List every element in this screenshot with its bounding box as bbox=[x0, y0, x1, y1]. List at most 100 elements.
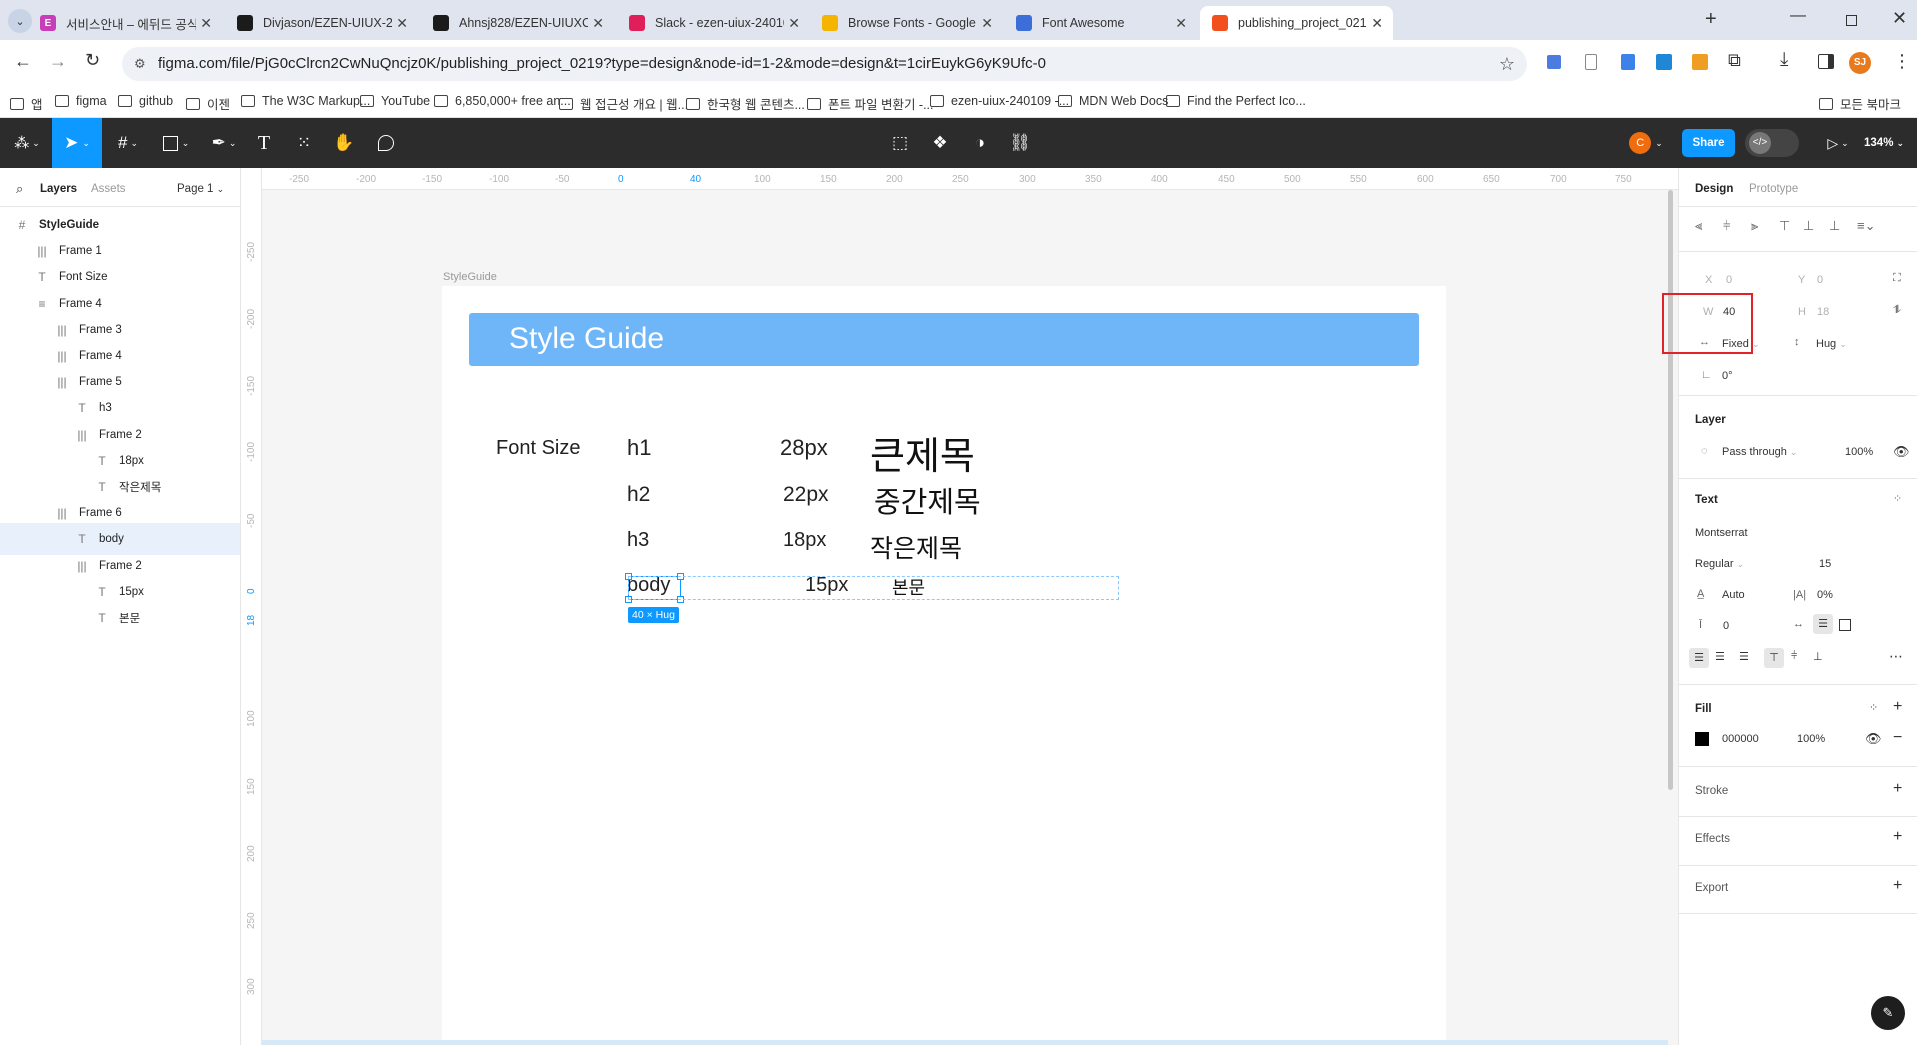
site-info-icon[interactable]: ⚙ bbox=[134, 47, 146, 81]
text-styles-icon[interactable]: ⁘ bbox=[1893, 492, 1902, 505]
bookmark-item[interactable]: 웹 접근성 개요 | 웹... bbox=[559, 94, 688, 113]
minimize-button[interactable]: — bbox=[1790, 7, 1806, 25]
fill-swatch[interactable] bbox=[1695, 732, 1709, 746]
style-guide-banner[interactable]: Style Guide bbox=[469, 313, 1419, 366]
share-button[interactable]: Share bbox=[1682, 129, 1735, 157]
absolute-position-icon[interactable]: ⛶ bbox=[1893, 272, 1901, 285]
user-avatar[interactable]: C ⌄ bbox=[1628, 118, 1664, 168]
y-field[interactable]: 0 bbox=[1817, 274, 1823, 286]
add-stroke-icon[interactable]: + bbox=[1893, 780, 1902, 798]
tab-prototype[interactable]: Prototype bbox=[1749, 183, 1798, 195]
zoom-dropdown[interactable]: 134% ⌄ bbox=[1858, 118, 1910, 168]
text-align-right-icon[interactable]: ☰ bbox=[1739, 650, 1749, 663]
font-size-field[interactable]: 15 bbox=[1819, 558, 1831, 570]
blend-mode-dropdown[interactable]: Pass through ⌄ bbox=[1722, 446, 1797, 458]
tab-close-icon[interactable]: ✕ bbox=[396, 15, 408, 32]
bookmark-item[interactable]: 앱 bbox=[10, 94, 43, 113]
bookmark-item[interactable]: figma bbox=[55, 94, 107, 108]
align-hcenter-icon[interactable]: ⫩ bbox=[1723, 218, 1730, 234]
browser-tab[interactable]: E 서비스안내 – 에뒤드 공식 웹사 ✕ bbox=[28, 6, 222, 40]
styleguide-frame[interactable]: Style Guide Font Size h1 28px 큰제목 h2 22px 중간제… bbox=[442, 286, 1446, 1045]
browser-tab[interactable]: publishing_project_0219 – Fig ✕ bbox=[1200, 6, 1393, 40]
type-size[interactable]: 15px bbox=[805, 574, 848, 597]
auto-height-icon[interactable]: ☰ bbox=[1813, 614, 1833, 634]
rotation-field[interactable]: 0° bbox=[1722, 370, 1733, 382]
back-icon[interactable]: ← bbox=[14, 51, 32, 72]
download-icon[interactable]: ⤓ bbox=[1780, 49, 1788, 71]
height-mode-dropdown[interactable]: Hug ⌄ bbox=[1816, 338, 1847, 350]
browser-tab[interactable]: Ahnsj828/EZEN-UIUXCLASS ✕ bbox=[421, 6, 614, 40]
type-name[interactable]: h1 bbox=[627, 435, 651, 461]
tab-layers[interactable]: Layers bbox=[40, 183, 77, 195]
new-tab-button[interactable]: + bbox=[1705, 8, 1717, 31]
selection-handle[interactable] bbox=[625, 573, 632, 580]
fill-opacity-field[interactable]: 100% bbox=[1797, 733, 1825, 745]
extension-icon-1[interactable] bbox=[1547, 55, 1561, 69]
frame-selection-button[interactable]: ⬚ bbox=[888, 118, 912, 168]
bookmark-item[interactable]: YouTube bbox=[360, 94, 430, 108]
fill-hex-field[interactable]: 000000 bbox=[1722, 733, 1759, 745]
tab-close-icon[interactable]: ✕ bbox=[981, 15, 993, 32]
align-left-icon[interactable]: ⫷ bbox=[1695, 218, 1702, 234]
align-right-icon[interactable]: ⫸ bbox=[1751, 218, 1758, 234]
add-effect-icon[interactable]: + bbox=[1893, 828, 1902, 846]
paragraph-spacing-field[interactable]: 0 bbox=[1723, 620, 1729, 632]
auto-width-icon[interactable]: ↔ bbox=[1793, 618, 1804, 630]
bookmark-item[interactable]: ezen-uiux-240109 -... bbox=[930, 94, 1069, 108]
browser-tab[interactable]: Slack - ezen-uiux-240109 - W ✕ bbox=[617, 6, 810, 40]
layer-opacity-field[interactable]: 100% bbox=[1845, 446, 1873, 458]
present-button[interactable]: ▷ ⌄ bbox=[1823, 118, 1853, 168]
type-size[interactable]: 18px bbox=[783, 529, 826, 552]
move-tool-button[interactable]: ➤ ⌄ bbox=[52, 118, 102, 168]
vertical-scrollbar[interactable] bbox=[1668, 190, 1673, 790]
forward-icon[interactable]: → bbox=[49, 51, 67, 72]
extension-icon-2[interactable] bbox=[1585, 54, 1597, 70]
text-tool-button[interactable]: T bbox=[250, 118, 278, 168]
url-field[interactable]: ⚙ figma.com/file/PjG0cClrcn2CwNuQncjz0K/… bbox=[122, 47, 1527, 81]
bookmark-item[interactable]: MDN Web Docs bbox=[1058, 94, 1168, 108]
selection-handle[interactable] bbox=[625, 596, 632, 603]
font-weight-dropdown[interactable]: Regular ⌄ bbox=[1695, 558, 1744, 570]
frame-name-label[interactable]: StyleGuide bbox=[443, 271, 497, 283]
add-export-icon[interactable]: + bbox=[1893, 877, 1902, 895]
horizontal-scrollbar[interactable] bbox=[262, 1040, 1668, 1045]
resources-button[interactable]: ⁙ bbox=[290, 118, 318, 168]
layer-row[interactable]: T 본문 bbox=[0, 602, 240, 634]
type-name[interactable]: h3 bbox=[627, 529, 649, 552]
bookmark-item[interactable]: 6,850,000+ free an... bbox=[434, 94, 571, 108]
tab-close-icon[interactable]: ✕ bbox=[1175, 15, 1187, 32]
constrain-proportions-icon[interactable]: ⥮ bbox=[1893, 304, 1901, 317]
align-top-icon[interactable]: ⊤ bbox=[1779, 218, 1790, 234]
valign-top-icon[interactable]: ⊤ bbox=[1764, 648, 1784, 668]
type-sample[interactable]: 작은제목 bbox=[870, 529, 962, 565]
tab-close-icon[interactable]: ✕ bbox=[1371, 15, 1383, 32]
align-bottom-icon[interactable]: ⊥ bbox=[1829, 218, 1840, 234]
type-sample[interactable]: 큰제목 bbox=[870, 425, 975, 480]
visibility-eye-icon[interactable]: 👁 bbox=[1893, 444, 1910, 460]
tab-close-icon[interactable]: ✕ bbox=[592, 15, 604, 32]
type-name[interactable]: h2 bbox=[627, 483, 650, 507]
mask-button[interactable]: ◑ bbox=[968, 118, 992, 168]
add-fill-icon[interactable]: + bbox=[1893, 698, 1902, 716]
extension-icon-5[interactable] bbox=[1692, 54, 1708, 70]
profile-avatar[interactable]: SJ bbox=[1849, 52, 1871, 74]
line-height-field[interactable]: Auto bbox=[1722, 589, 1745, 601]
selection-handle[interactable] bbox=[677, 573, 684, 580]
frame-tool-button[interactable]: # ⌄ bbox=[108, 118, 148, 168]
extension-icon-3[interactable] bbox=[1621, 54, 1635, 70]
help-button[interactable]: ✎ bbox=[1871, 996, 1905, 1030]
page-dropdown[interactable]: Page 1 ⌄ bbox=[177, 183, 224, 195]
layers-search-icon[interactable]: ⌕ bbox=[16, 181, 23, 197]
extensions-puzzle-icon[interactable]: ⧉ bbox=[1728, 50, 1741, 71]
more-type-settings-icon[interactable]: ⋯ bbox=[1889, 648, 1903, 665]
main-menu-button[interactable]: ⁂ ⌄ bbox=[8, 118, 46, 168]
comment-tool-button[interactable] bbox=[372, 118, 400, 168]
type-size[interactable]: 28px bbox=[780, 435, 828, 461]
type-sample[interactable]: 중간제목 bbox=[874, 479, 981, 521]
bookmark-item[interactable]: 폰트 파일 변환기 -... bbox=[807, 94, 934, 113]
align-vcenter-icon[interactable]: ⊥ bbox=[1803, 218, 1814, 234]
x-field[interactable]: 0 bbox=[1726, 274, 1732, 286]
font-size-label[interactable]: Font Size bbox=[496, 437, 580, 460]
bookmark-item[interactable]: The W3C Markup... bbox=[241, 94, 370, 108]
letter-spacing-field[interactable]: 0% bbox=[1817, 589, 1833, 601]
